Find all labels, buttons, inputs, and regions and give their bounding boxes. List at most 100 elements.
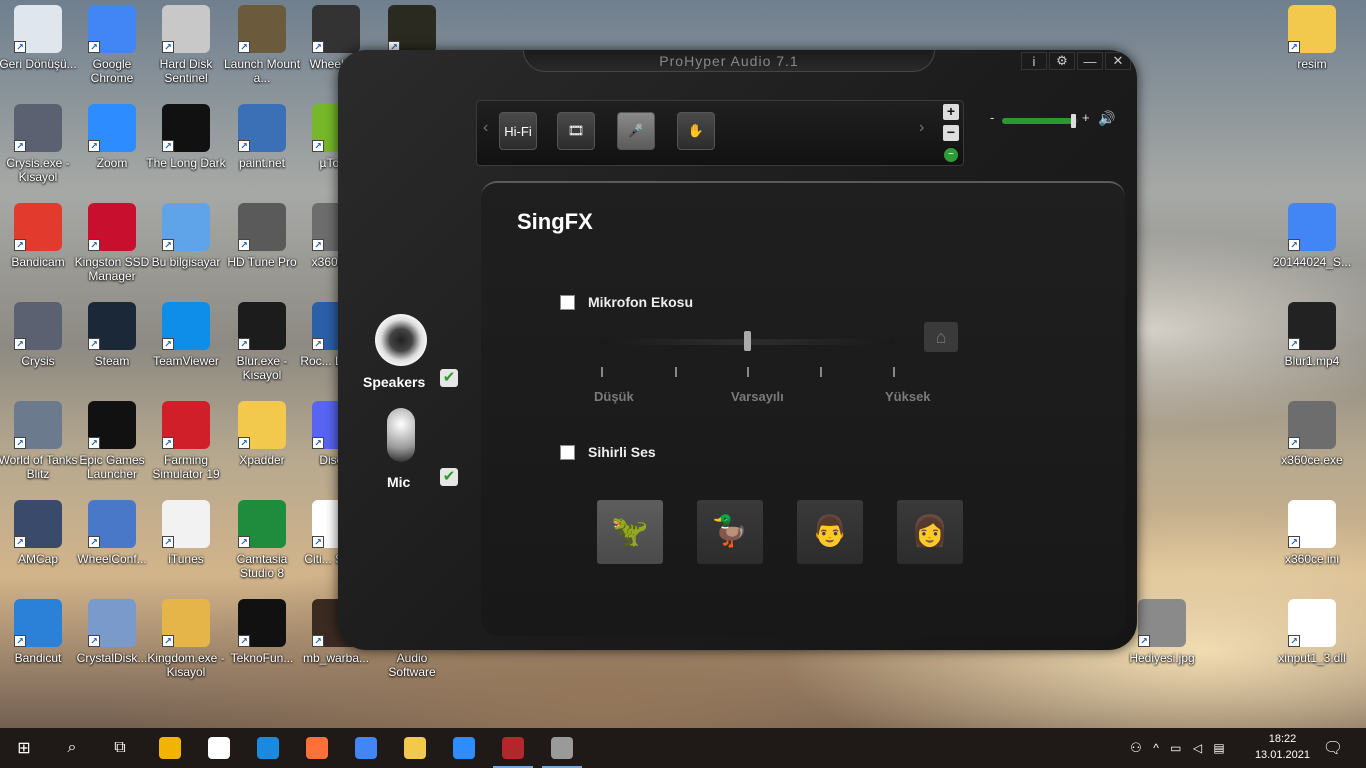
clock[interactable]: 18:22 13.01.2021 — [1255, 731, 1310, 763]
mode-movie-button[interactable]: 🎞 — [557, 112, 595, 150]
desktop-icon[interactable]: ↗ Farming Simulator 19 — [148, 401, 224, 493]
computer-icon: ↗ — [162, 203, 210, 251]
echo-checkbox[interactable] — [560, 295, 575, 310]
shortcut-arrow-icon: ↗ — [312, 635, 324, 647]
desktop-icon[interactable]: ↗ 20144024_S... — [1273, 203, 1351, 295]
add-mode-button[interactable]: + — [943, 104, 959, 120]
mode-next-arrow-icon[interactable]: › — [919, 119, 924, 137]
echo-slider-knob[interactable] — [744, 331, 751, 351]
mic-check-icon[interactable]: ✔ — [440, 468, 458, 486]
notification-button[interactable]: 🗨 — [1310, 728, 1356, 768]
desktop-icon[interactable]: ↗ TeknoFun... — [224, 599, 300, 691]
desktop-icon[interactable]: ↗ The Long Dark — [146, 104, 226, 196]
duck-voice-button[interactable]: 🦆 — [697, 500, 763, 564]
remove-mode-button[interactable]: − — [943, 125, 959, 141]
volume-plus[interactable]: + — [1082, 110, 1090, 125]
search-button[interactable]: ⌕ — [48, 728, 96, 768]
desktop-icon[interactable]: ↗ Launch Mount a... — [224, 5, 300, 97]
mail-icon[interactable] — [195, 728, 243, 768]
desktop-icon[interactable]: ↗ Kingdom.exe - Kisayol — [147, 599, 225, 691]
crysis-icon: ↗ — [14, 302, 62, 350]
desktop-icon[interactable]: ↗ Blur1.mp4 — [1274, 302, 1350, 394]
desktop-icon[interactable]: ↗ Geri Dönüşü... — [0, 5, 77, 97]
minimize-button[interactable]: — — [1077, 52, 1103, 70]
dinosaur-voice-button[interactable]: 🦖 — [597, 500, 663, 564]
device-mic[interactable]: Mic ✔ — [363, 408, 463, 490]
desktop-icon[interactable]: ↗ Crysis.exe - Kisayol — [0, 104, 76, 196]
magic-voice-checkbox[interactable] — [560, 445, 575, 460]
clock-date: 13.01.2021 — [1254, 749, 1310, 761]
shortcut-arrow-icon: ↗ — [312, 41, 324, 53]
zoom-icon[interactable] — [440, 728, 488, 768]
desktop-icon[interactable]: ↗ iTunes — [148, 500, 224, 592]
desktop-icon[interactable]: ↗ TeamViewer — [148, 302, 224, 394]
start-button[interactable]: ⊞ — [0, 728, 48, 768]
mode-singfx-button[interactable]: 🎤 — [617, 112, 655, 150]
mode-hifi-button[interactable]: Hi-Fi — [499, 112, 537, 150]
info-button[interactable]: i — [1021, 52, 1047, 70]
desktop-icon[interactable]: ↗ Google Chrome — [74, 5, 150, 97]
desktop-icon[interactable]: ↗ WheelConf... — [74, 500, 150, 592]
mode-prev-arrow-icon[interactable]: ‹ — [483, 119, 488, 137]
tick-mark — [601, 367, 603, 377]
desktop-icon[interactable]: ↗ Crysis — [0, 302, 76, 394]
epic-icon: ↗ — [88, 401, 136, 449]
desktop-icon[interactable]: ↗ HD Tune Pro — [224, 203, 300, 295]
desktop-icon[interactable]: ↗ Blur.exe - Kisayol — [224, 302, 300, 394]
store-icon[interactable] — [146, 728, 194, 768]
desktop-icon[interactable]: ↗ Steam — [74, 302, 150, 394]
close-button[interactable]: ✕ — [1105, 52, 1131, 70]
desktop-icon[interactable]: ↗ Xpadder — [224, 401, 300, 493]
desktop-icon[interactable]: ↗ Kingston SSD Manager — [74, 203, 150, 295]
device-speakers[interactable]: Speakers ✔ — [363, 314, 463, 390]
chrome-icon[interactable] — [342, 728, 390, 768]
home-reset-button[interactable]: ⌂ — [924, 322, 958, 352]
tick-mark — [893, 367, 895, 377]
shortcut-arrow-icon: ↗ — [88, 41, 100, 53]
man-voice-button[interactable]: 👨 — [797, 500, 863, 564]
edge-icon-glyph — [257, 737, 279, 759]
settings-button[interactable]: ⚙ — [1049, 52, 1075, 70]
tray-icons[interactable]: ^ ▭ ◁ ▤ — [1146, 728, 1236, 768]
desktop-icon[interactable]: ↗ Bandicut — [0, 599, 76, 691]
desktop-icon[interactable]: ↗ resim — [1274, 5, 1350, 97]
shortcut-arrow-icon: ↗ — [162, 536, 174, 548]
woman-voice-button[interactable]: 👩 — [897, 500, 963, 564]
explorer-icon[interactable] — [391, 728, 439, 768]
desktop-icon[interactable]: ↗ Zoom — [74, 104, 150, 196]
desktop-icon[interactable]: ↗ paint.net — [224, 104, 300, 196]
shortcut-arrow-icon: ↗ — [14, 41, 26, 53]
shortcut-arrow-icon: ↗ — [1288, 338, 1300, 350]
desktop-icon[interactable]: ↗ Hard Disk Sentinel — [148, 5, 224, 97]
mode-hand-button[interactable]: ✋ — [677, 112, 715, 150]
speakers-check-icon[interactable]: ✔ — [440, 369, 458, 387]
desktop-icon-label: Zoom — [96, 156, 128, 170]
volume-minus[interactable]: - — [990, 110, 994, 125]
prohyper-icon[interactable] — [538, 728, 586, 768]
desktop-icon[interactable]: ↗ Camtasia Studio 8 — [224, 500, 300, 592]
desktop-icon-label: Kingdom.exe - Kisayol — [147, 651, 225, 679]
speaker-icon[interactable]: 🔊 — [1098, 110, 1115, 127]
desktop-icon[interactable]: ↗ x360ce.ini — [1274, 500, 1350, 592]
task-view-button[interactable]: ⧉ — [96, 728, 144, 768]
volume-slider[interactable] — [1002, 114, 1078, 128]
desktop-icon[interactable]: ↗ CrystalDisk... — [74, 599, 150, 691]
firefox-icon[interactable] — [293, 728, 341, 768]
desktop-icon[interactable]: ↗ World of Tanks Blitz — [0, 401, 77, 493]
desktop-icon-label: iTunes — [168, 552, 204, 566]
blur-icon: ↗ — [238, 302, 286, 350]
desktop-icon[interactable]: ↗ Bandicam — [0, 203, 76, 295]
edge-icon[interactable] — [244, 728, 292, 768]
desktop-icon[interactable]: ↗ Bu bilgisayar — [148, 203, 224, 295]
volume-knob[interactable] — [1071, 114, 1077, 128]
status-green-icon[interactable]: − — [943, 147, 959, 163]
desktop-icon[interactable]: ↗ AMCap — [0, 500, 76, 592]
window-title[interactable]: ProHyper Audio 7.1 — [523, 50, 935, 72]
desktop-icon[interactable]: ↗ xinput1_3.dll — [1274, 599, 1350, 691]
chrome-icon: ↗ — [88, 5, 136, 53]
winrar-icon[interactable] — [489, 728, 537, 768]
volume-control: - + 🔊 — [990, 110, 1120, 128]
desktop-icon[interactable]: ↗ x360ce.exe — [1274, 401, 1350, 493]
shortcut-arrow-icon: ↗ — [14, 635, 26, 647]
desktop-icon[interactable]: ↗ Epic Games Launcher — [74, 401, 150, 493]
